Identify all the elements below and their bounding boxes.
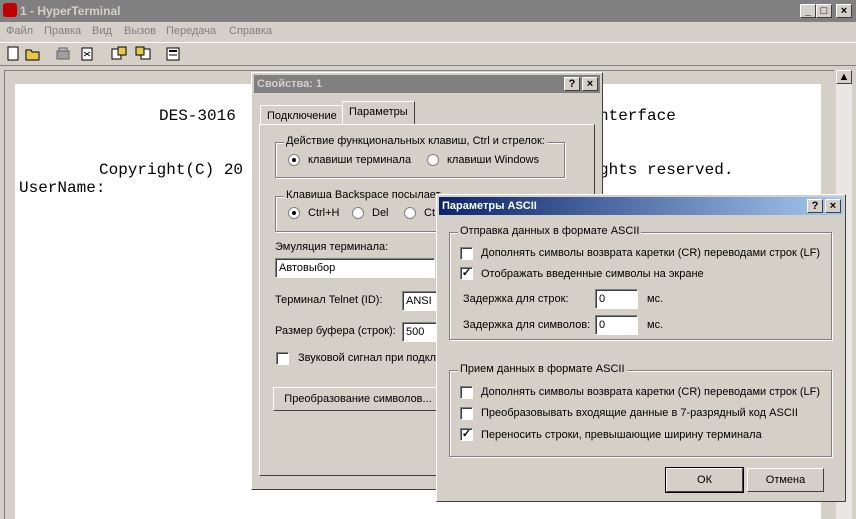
send-append-lf-checkbox[interactable] — [460, 247, 473, 260]
unit-label: мс. — [647, 319, 664, 331]
open-icon[interactable] — [24, 46, 42, 63]
radio-label: Ct — [424, 207, 435, 219]
properties-titlebar: Свойства: 1 ? × — [254, 75, 600, 93]
help-button[interactable]: ? — [564, 77, 580, 91]
scroll-up-button[interactable]: ▲ — [836, 70, 852, 84]
checkbox-label: Отображать введенные символы на экране — [481, 268, 704, 280]
tab-parameters[interactable]: Параметры — [342, 101, 415, 125]
radio-del[interactable] — [352, 207, 364, 219]
checkbox-label: Переносить строки, превышающие ширину те… — [481, 429, 762, 441]
emulation-label: Эмуляция терминала: — [275, 241, 389, 253]
minimize-button[interactable]: _ — [800, 4, 816, 18]
line-delay-field[interactable]: 0 — [595, 289, 638, 309]
char-delay-field[interactable]: 0 — [595, 315, 638, 335]
radio-label: Del — [372, 207, 389, 219]
group-label: Действие функциональных клавиш, Ctrl и с… — [284, 135, 547, 147]
radio-windows-keys[interactable] — [427, 154, 439, 166]
menu-edit[interactable]: Правка — [44, 25, 81, 37]
emulation-select[interactable]: Автовыбор — [275, 258, 435, 278]
group-label: Прием данных в формате ASCII — [458, 363, 627, 375]
menu-view[interactable]: Вид — [92, 25, 112, 37]
radio-ctrl-h-space[interactable] — [404, 207, 416, 219]
close-button[interactable]: × — [825, 199, 841, 213]
maximize-button[interactable]: □ — [816, 4, 832, 18]
recv-wrap-checkbox[interactable]: ✓ — [460, 428, 473, 441]
window-title: 1 - HyperTerminal — [20, 4, 121, 18]
properties-icon[interactable] — [164, 46, 182, 63]
terminal-line: ghts reserved. — [599, 161, 734, 179]
phone-icon[interactable] — [54, 46, 72, 63]
send-icon[interactable] — [110, 46, 128, 63]
help-button[interactable]: ? — [807, 199, 823, 213]
ascii-settings-dialog: Параметры ASCII ? × Отправка данных в фо… — [436, 194, 846, 502]
close-button[interactable]: × — [836, 4, 852, 18]
radio-label: Ctrl+H — [308, 207, 340, 219]
group-label: Клавиша Backspace посылает — [284, 189, 443, 201]
disconnect-icon[interactable] — [78, 46, 96, 63]
terminal-line: DES-3016 — [159, 107, 246, 125]
terminal-line: UserName: — [19, 179, 106, 197]
radio-label: клавиши Windows — [447, 154, 540, 166]
toolbar — [0, 42, 856, 66]
group-label: Отправка данных в формате ASCII — [458, 225, 642, 237]
terminal-line: nterface — [599, 107, 676, 125]
radio-terminal-keys[interactable] — [288, 154, 300, 166]
line-delay-label: Задержка для строк: — [463, 293, 569, 305]
new-icon[interactable] — [4, 46, 22, 63]
char-delay-label: Задержка для символов: — [463, 319, 591, 331]
beep-checkbox[interactable] — [276, 352, 289, 365]
main-titlebar: 1 - HyperTerminal _ □ × — [0, 0, 856, 22]
unit-label: мс. — [647, 293, 664, 305]
checkbox-label: Дополнять символы возврата каретки (CR) … — [481, 386, 821, 398]
buffer-label: Размер буфера (строк): — [275, 325, 396, 337]
menu-help[interactable]: Справка — [229, 25, 272, 37]
radio-label: клавиши терминала — [308, 154, 412, 166]
checkbox-label: Преобразовывать входящие данные в 7-разр… — [481, 407, 798, 419]
radio-ctrl-h[interactable] — [288, 207, 300, 219]
hyperterminal-icon — [3, 3, 17, 17]
telnet-label: Терминал Telnet (ID): — [275, 294, 383, 306]
ascii-titlebar: Параметры ASCII ? × — [439, 197, 843, 215]
ascii-title: Параметры ASCII — [442, 200, 537, 212]
convert-characters-button[interactable]: Преобразование символов... — [273, 387, 443, 411]
send-echo-checkbox[interactable]: ✓ — [460, 267, 473, 280]
menubar: Файл Правка Вид Вызов Передача Справка — [0, 22, 856, 40]
recv-append-lf-checkbox[interactable] — [460, 386, 473, 399]
properties-title: Свойства: 1 — [257, 78, 323, 90]
close-button[interactable]: × — [582, 77, 598, 91]
beep-label: Звуковой сигнал при подкл — [298, 352, 437, 364]
ok-button[interactable]: ОК — [665, 467, 744, 493]
cancel-button[interactable]: Отмена — [747, 468, 824, 492]
terminal-line: Copyright(C) 20 — [99, 161, 244, 179]
menu-transfer[interactable]: Передача — [166, 25, 216, 37]
menu-file[interactable]: Файл — [6, 25, 33, 37]
receive-icon[interactable] — [134, 46, 152, 63]
tab-connection[interactable]: Подключение — [260, 105, 344, 125]
recv-7bit-checkbox[interactable] — [460, 407, 473, 420]
menu-call[interactable]: Вызов — [124, 25, 156, 37]
checkbox-label: Дополнять символы возврата каретки (CR) … — [481, 247, 821, 259]
